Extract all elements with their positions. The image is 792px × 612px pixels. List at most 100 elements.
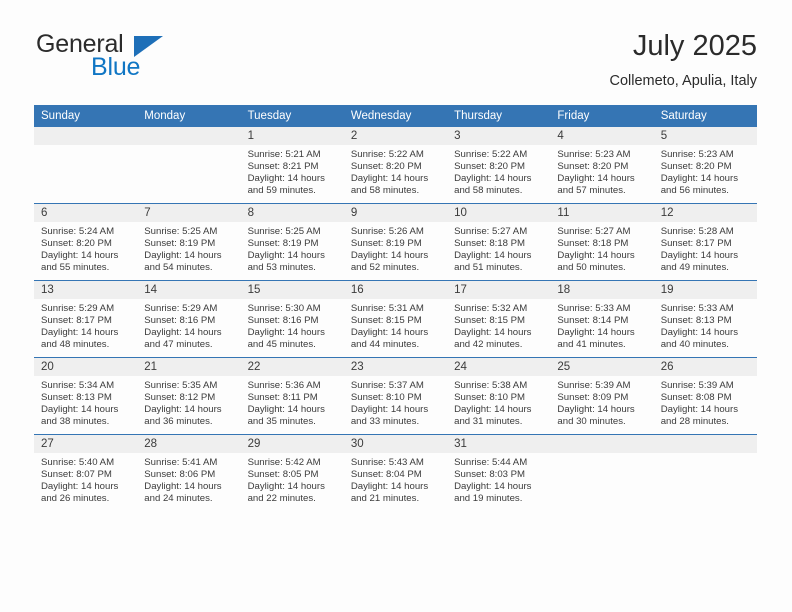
day-detail-daylight-line1: Daylight: 14 hours: [41, 250, 119, 262]
day-details: Sunrise: 5:29 AM Sunset: 8:16 PM Daylight:…: [137, 299, 240, 351]
day-detail-daylight-line2: and 47 minutes.: [144, 339, 213, 351]
calendar-day-cell[interactable]: 24 Sunrise: 5:38 AM Sunset: 8:10 PM Dayligh…: [447, 357, 551, 435]
day-detail-daylight-line1: Daylight: 14 hours: [41, 481, 119, 493]
day-detail-sunrise: Sunrise: 5:33 AM: [660, 303, 734, 314]
day-details: Sunrise: 5:36 AM Sunset: 8:11 PM Daylight:…: [241, 376, 344, 428]
calendar-day-cell[interactable]: 28 Sunrise: 5:41 AM Sunset: 8:06 PM Dayligh…: [137, 434, 241, 511]
calendar-week-row: 6 Sunrise: 5:24 AM Sunset: 8:20 PM Daylight…: [34, 203, 757, 281]
day-detail-sunset: Sunset: 8:10 PM: [454, 392, 526, 404]
day-detail-daylight-line2: and 40 minutes.: [660, 339, 729, 351]
day-detail-sunset: Sunset: 8:15 PM: [350, 315, 422, 327]
day-detail-daylight-line1: Daylight: 14 hours: [247, 481, 325, 493]
day-number: [137, 127, 241, 145]
day-details: Sunrise: 5:22 AM Sunset: 8:20 PM Daylight:…: [344, 145, 447, 197]
day-number: 22: [240, 358, 344, 376]
calendar-day-cell[interactable]: 3 Sunrise: 5:22 AM Sunset: 8:20 PM Daylight…: [447, 127, 551, 204]
calendar-day-cell[interactable]: 27 Sunrise: 5:40 AM Sunset: 8:07 PM Dayligh…: [34, 434, 138, 511]
day-details: Sunrise: 5:23 AM Sunset: 8:20 PM Daylight:…: [550, 145, 653, 197]
calendar-day-cell[interactable]: 10 Sunrise: 5:27 AM Sunset: 8:18 PM Dayligh…: [447, 203, 551, 281]
day-details: Sunrise: 5:31 AM Sunset: 8:15 PM Daylight:…: [344, 299, 447, 351]
day-details: Sunrise: 5:27 AM Sunset: 8:18 PM Daylight:…: [447, 222, 550, 274]
calendar-day-cell[interactable]: 6 Sunrise: 5:24 AM Sunset: 8:20 PM Daylight…: [34, 203, 138, 281]
calendar-body: 1 Sunrise: 5:21 AM Sunset: 8:21 PM Daylight…: [34, 127, 757, 511]
day-detail-daylight-line1: Daylight: 14 hours: [557, 173, 635, 185]
calendar-day-cell[interactable]: 29 Sunrise: 5:42 AM Sunset: 8:05 PM Dayligh…: [240, 434, 344, 511]
calendar-day-cell[interactable]: 31 Sunrise: 5:44 AM Sunset: 8:03 PM Dayligh…: [447, 434, 551, 511]
day-detail-sunrise: Sunrise: 5:23 AM: [557, 149, 631, 160]
day-detail-sunrise: Sunrise: 5:44 AM: [454, 457, 528, 468]
calendar-day-cell[interactable]: 22 Sunrise: 5:36 AM Sunset: 8:11 PM Dayligh…: [240, 357, 344, 435]
calendar-day-cell[interactable]: 14 Sunrise: 5:29 AM Sunset: 8:16 PM Dayligh…: [137, 280, 241, 358]
calendar-day-cell[interactable]: 12 Sunrise: 5:28 AM Sunset: 8:17 PM Dayligh…: [653, 203, 757, 281]
day-detail-daylight-line1: Daylight: 14 hours: [660, 173, 739, 185]
day-details: [654, 453, 757, 457]
day-detail-sunset: Sunset: 8:14 PM: [557, 315, 629, 327]
day-detail-sunrise: Sunrise: 5:32 AM: [454, 303, 528, 314]
day-detail-daylight-line1: Daylight: 14 hours: [350, 481, 429, 493]
day-details: Sunrise: 5:40 AM Sunset: 8:07 PM Daylight:…: [34, 453, 137, 505]
day-detail-daylight-line1: Daylight: 14 hours: [660, 404, 739, 416]
calendar-day-cell[interactable]: 9 Sunrise: 5:26 AM Sunset: 8:19 PM Daylight…: [343, 203, 448, 281]
day-detail-sunset: Sunset: 8:18 PM: [557, 238, 629, 250]
day-detail-sunset: Sunset: 8:04 PM: [350, 469, 422, 481]
day-detail-daylight-line1: Daylight: 14 hours: [557, 250, 635, 262]
calendar-day-cell[interactable]: 20 Sunrise: 5:34 AM Sunset: 8:13 PM Dayligh…: [34, 357, 138, 435]
calendar-day-cell[interactable]: 23 Sunrise: 5:37 AM Sunset: 8:10 PM Dayligh…: [343, 357, 448, 435]
day-detail-daylight-line2: and 48 minutes.: [41, 339, 110, 351]
calendar-day-cell[interactable]: 1 Sunrise: 5:21 AM Sunset: 8:21 PM Daylight…: [240, 127, 344, 204]
day-detail-daylight-line2: and 56 minutes.: [660, 185, 729, 197]
calendar-cell-empty: [653, 434, 757, 511]
day-detail-sunrise: Sunrise: 5:21 AM: [247, 149, 321, 160]
day-detail-sunset: Sunset: 8:19 PM: [247, 238, 319, 250]
calendar-day-cell[interactable]: 25 Sunrise: 5:39 AM Sunset: 8:09 PM Dayligh…: [550, 357, 654, 435]
day-detail-sunset: Sunset: 8:13 PM: [660, 315, 732, 327]
weekday-header-monday: Monday: [137, 105, 241, 127]
day-detail-daylight-line1: Daylight: 14 hours: [144, 327, 222, 339]
calendar-day-cell[interactable]: 7 Sunrise: 5:25 AM Sunset: 8:19 PM Daylight…: [137, 203, 241, 281]
day-detail-sunset: Sunset: 8:07 PM: [41, 469, 112, 481]
calendar-day-cell[interactable]: 17 Sunrise: 5:32 AM Sunset: 8:15 PM Dayligh…: [447, 280, 551, 358]
day-details: [550, 453, 653, 457]
day-details: Sunrise: 5:30 AM Sunset: 8:16 PM Daylight:…: [241, 299, 344, 351]
day-detail-daylight-line1: Daylight: 14 hours: [454, 404, 532, 416]
calendar-day-cell[interactable]: 15 Sunrise: 5:30 AM Sunset: 8:16 PM Dayligh…: [240, 280, 344, 358]
day-detail-daylight-line2: and 30 minutes.: [557, 416, 626, 428]
day-detail-daylight-line1: Daylight: 14 hours: [454, 327, 532, 339]
day-detail-sunrise: Sunrise: 5:22 AM: [454, 149, 528, 160]
day-number: [34, 127, 138, 145]
day-details: Sunrise: 5:28 AM Sunset: 8:17 PM Daylight:…: [654, 222, 757, 274]
day-detail-sunrise: Sunrise: 5:36 AM: [247, 380, 321, 391]
day-detail-daylight-line2: and 58 minutes.: [454, 185, 523, 197]
day-detail-daylight-line2: and 59 minutes.: [247, 185, 316, 197]
calendar-day-cell[interactable]: 19 Sunrise: 5:33 AM Sunset: 8:13 PM Dayligh…: [653, 280, 757, 358]
calendar-day-cell[interactable]: 4 Sunrise: 5:23 AM Sunset: 8:20 PM Daylight…: [550, 127, 654, 204]
day-detail-sunset: Sunset: 8:03 PM: [454, 469, 526, 481]
calendar-day-cell[interactable]: 8 Sunrise: 5:25 AM Sunset: 8:19 PM Daylight…: [240, 203, 344, 281]
day-detail-daylight-line2: and 36 minutes.: [144, 416, 213, 428]
calendar-day-cell[interactable]: 11 Sunrise: 5:27 AM Sunset: 8:18 PM Dayligh…: [550, 203, 654, 281]
calendar-day-cell[interactable]: 13 Sunrise: 5:29 AM Sunset: 8:17 PM Dayligh…: [34, 280, 138, 358]
day-detail-sunset: Sunset: 8:21 PM: [247, 161, 319, 173]
day-detail-daylight-line2: and 41 minutes.: [557, 339, 626, 351]
calendar-day-cell[interactable]: 18 Sunrise: 5:33 AM Sunset: 8:14 PM Dayligh…: [550, 280, 654, 358]
day-detail-sunrise: Sunrise: 5:38 AM: [454, 380, 528, 391]
day-detail-daylight-line2: and 53 minutes.: [247, 262, 316, 274]
calendar-page: General Blue July 2025 Collemeto, Apulia…: [0, 0, 792, 612]
day-detail-sunrise: Sunrise: 5:30 AM: [247, 303, 321, 314]
calendar-day-cell[interactable]: 21 Sunrise: 5:35 AM Sunset: 8:12 PM Dayligh…: [137, 357, 241, 435]
day-details: Sunrise: 5:32 AM Sunset: 8:15 PM Daylight:…: [447, 299, 550, 351]
day-number: 5: [653, 127, 757, 145]
calendar-day-cell[interactable]: 5 Sunrise: 5:23 AM Sunset: 8:20 PM Daylight…: [653, 127, 757, 204]
day-number: 28: [137, 435, 241, 453]
day-detail-sunset: Sunset: 8:16 PM: [247, 315, 319, 327]
calendar-day-cell[interactable]: 30 Sunrise: 5:43 AM Sunset: 8:04 PM Dayligh…: [343, 434, 448, 511]
calendar-day-cell[interactable]: 2 Sunrise: 5:22 AM Sunset: 8:20 PM Daylight…: [343, 127, 448, 204]
day-detail-sunset: Sunset: 8:17 PM: [41, 315, 112, 327]
day-number: 31: [447, 435, 551, 453]
calendar-day-cell[interactable]: 26 Sunrise: 5:39 AM Sunset: 8:08 PM Dayligh…: [653, 357, 757, 435]
calendar-day-cell[interactable]: 16 Sunrise: 5:31 AM Sunset: 8:15 PM Dayligh…: [343, 280, 448, 358]
general-blue-logo[interactable]: General Blue: [34, 30, 234, 88]
day-details: Sunrise: 5:29 AM Sunset: 8:17 PM Daylight:…: [34, 299, 137, 351]
weekday-header-saturday: Saturday: [653, 105, 757, 127]
day-detail-sunset: Sunset: 8:06 PM: [144, 469, 216, 481]
